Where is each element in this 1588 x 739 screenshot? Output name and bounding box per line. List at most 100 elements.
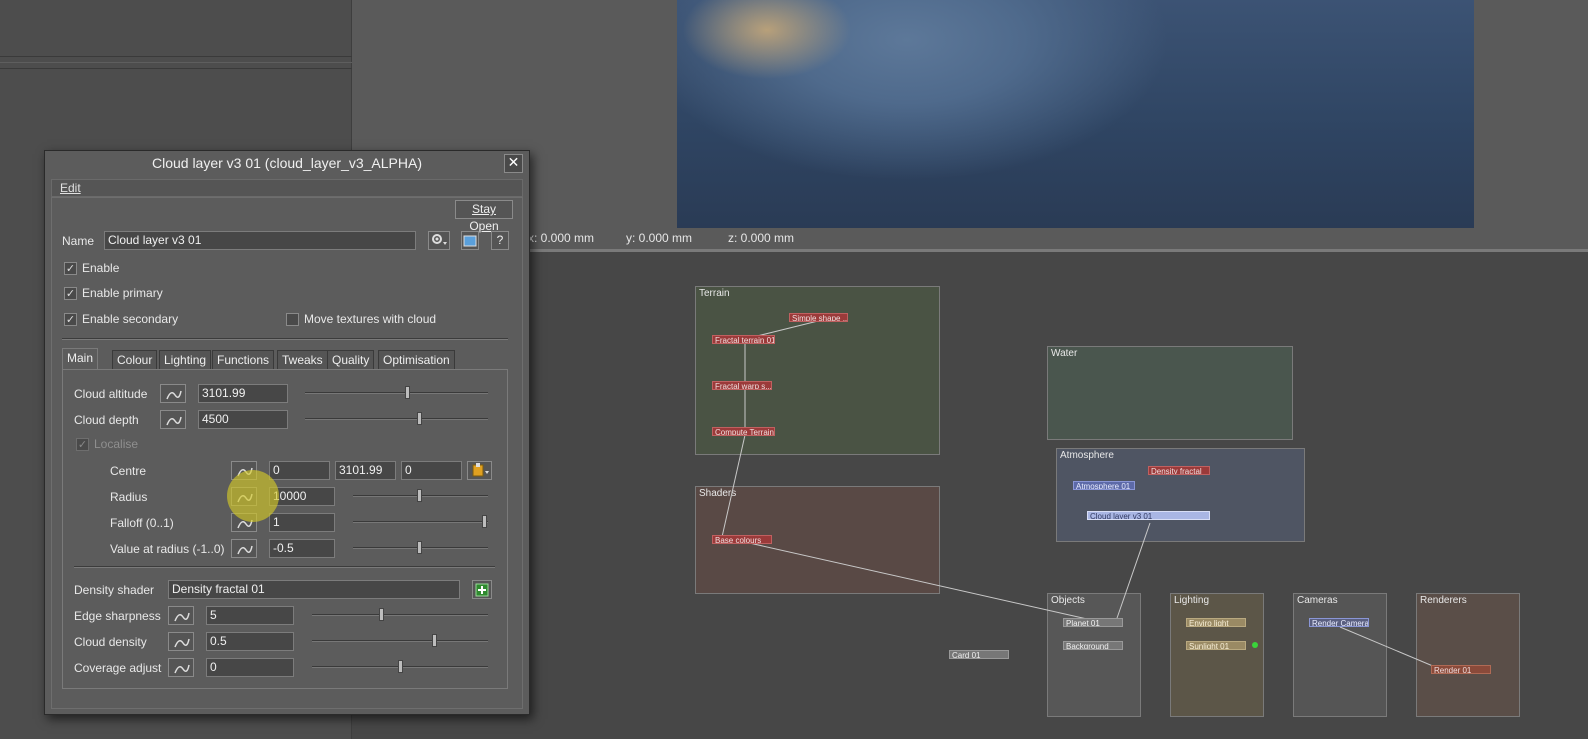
cloud-density-slider-thumb[interactable]: [432, 634, 437, 647]
gear-icon: [432, 234, 447, 245]
edge-sharpness-input[interactable]: 5: [206, 606, 294, 625]
node-fractal-terrain[interactable]: Fractal terrain 01: [712, 335, 775, 344]
move-textures-checkbox[interactable]: [286, 313, 299, 326]
node-atmosphere[interactable]: Atmosphere 01: [1073, 481, 1135, 490]
enable-secondary-checkbox[interactable]: ✓: [64, 313, 77, 326]
falloff-slider[interactable]: [353, 521, 488, 523]
cloud-altitude-slider[interactable]: [305, 392, 488, 394]
node-graph[interactable]: [352, 252, 1588, 739]
centre-x-input[interactable]: 0: [269, 461, 330, 480]
node-render[interactable]: Render 01: [1431, 665, 1491, 674]
cloud-altitude-slider-thumb[interactable]: [405, 386, 410, 399]
tab-main[interactable]: Main: [62, 348, 99, 369]
stay-open-button[interactable]: Stay Open: [455, 200, 513, 233]
edge-sharpness-slider[interactable]: [312, 614, 488, 616]
coverage-adjust-input[interactable]: 0: [206, 658, 294, 677]
settings-dropdown-button[interactable]: [428, 231, 450, 250]
enable-primary-label: Enable primary: [82, 286, 163, 300]
cloud-density-slider[interactable]: [312, 640, 488, 642]
group-title: Water: [1051, 348, 1078, 359]
menu-bar: Edit: [51, 179, 523, 197]
tab-tweaks[interactable]: Tweaks: [277, 350, 328, 369]
enable-label: Enable: [82, 261, 120, 275]
falloff-slider-thumb[interactable]: [482, 515, 487, 528]
lighting-group[interactable]: Lighting: [1170, 593, 1264, 717]
coverage-adjust-function-button[interactable]: [168, 658, 194, 677]
value-at-radius-input[interactable]: -0.5: [269, 539, 335, 558]
panel-divider: [0, 56, 352, 57]
enable-primary-checkbox[interactable]: ✓: [64, 287, 77, 300]
node-sunlight[interactable]: Sunlight 01: [1186, 641, 1246, 650]
tab-functions[interactable]: Functions: [212, 350, 275, 369]
node-planet[interactable]: Planet 01: [1063, 618, 1123, 627]
preview-button[interactable]: [461, 231, 479, 250]
edge-sharpness-label: Edge sharpness: [74, 609, 161, 623]
close-button[interactable]: ✕: [504, 154, 523, 173]
tab-lighting[interactable]: Lighting: [159, 350, 212, 369]
node-base-colours[interactable]: Base colours: [712, 535, 772, 544]
add-shader-button[interactable]: [472, 580, 492, 599]
clipboard-icon: [472, 463, 489, 477]
node-render-camera[interactable]: Render Camera: [1309, 618, 1369, 627]
coverage-adjust-slider-thumb[interactable]: [398, 660, 403, 673]
name-field[interactable]: Cloud layer v3 01: [104, 231, 416, 250]
window-icon: [463, 235, 477, 247]
node-compute-terrain[interactable]: Compute Terrain: [712, 427, 775, 436]
centre-paste-button[interactable]: [467, 461, 492, 480]
edge-sharpness-function-button[interactable]: [168, 606, 194, 625]
localise-label: Localise: [94, 437, 139, 451]
localise-checkbox[interactable]: ✓: [76, 438, 89, 451]
enable-checkbox[interactable]: ✓: [64, 262, 77, 275]
cloud-depth-slider[interactable]: [305, 418, 488, 420]
node-enviro-light[interactable]: Enviro light: [1186, 618, 1246, 627]
cloud-depth-input[interactable]: 4500: [198, 410, 288, 429]
cursor-highlight: [227, 470, 279, 522]
centre-label: Centre: [110, 464, 147, 478]
cloud-depth-function-button[interactable]: [160, 410, 186, 429]
atmosphere-group[interactable]: Atmosphere: [1056, 448, 1305, 542]
help-icon: ?: [496, 233, 504, 247]
function-icon: [174, 638, 190, 648]
function-icon: [237, 545, 253, 555]
node-card[interactable]: Card 01: [949, 650, 1009, 659]
value-at-radius-function-button[interactable]: [231, 539, 257, 558]
node-cloud-layer[interactable]: Cloud layer v3 01: [1087, 511, 1210, 520]
tab-colour[interactable]: Colour: [112, 350, 158, 369]
cameras-group[interactable]: Cameras: [1293, 593, 1387, 717]
radius-slider-thumb[interactable]: [417, 489, 422, 502]
node-background[interactable]: Background: [1063, 641, 1123, 650]
node-simple-shape[interactable]: Simple shape ...: [789, 313, 848, 322]
coord-y: y: 0.000 mm: [626, 231, 693, 245]
help-button[interactable]: ?: [491, 231, 509, 250]
water-group[interactable]: Water: [1047, 346, 1293, 440]
centre-z-input[interactable]: 0: [401, 461, 462, 480]
status-dot-icon: [1252, 642, 1258, 648]
density-shader-field[interactable]: Density fractal 01: [168, 580, 460, 599]
render-preview[interactable]: [677, 0, 1474, 228]
tab-optimisation[interactable]: Optimisation: [378, 350, 455, 369]
plus-icon: [475, 583, 489, 597]
renderers-group[interactable]: Renderers: [1416, 593, 1520, 717]
move-textures-label: Move textures with cloud: [304, 312, 437, 326]
group-title: Terrain: [699, 288, 730, 299]
value-at-radius-slider-thumb[interactable]: [417, 541, 422, 554]
centre-y-input[interactable]: 3101.99: [335, 461, 396, 480]
coord-z: z: 0.000 mm: [728, 231, 795, 245]
falloff-input[interactable]: 1: [269, 513, 335, 532]
function-icon: [174, 612, 190, 622]
node-fractal-warp[interactable]: Fractal warp s...: [712, 381, 772, 390]
separator: [62, 338, 508, 340]
edge-sharpness-slider-thumb[interactable]: [379, 608, 384, 621]
group-title: Objects: [1051, 595, 1085, 606]
cloud-altitude-function-button[interactable]: [160, 384, 186, 403]
coord-x: x: 0.000 mm: [528, 231, 595, 245]
cloud-altitude-input[interactable]: 3101.99: [198, 384, 288, 403]
cloud-density-input[interactable]: 0.5: [206, 632, 294, 651]
node-density-fractal[interactable]: Density fractal: [1148, 466, 1210, 475]
menu-edit[interactable]: Edit: [60, 181, 81, 195]
tab-quality[interactable]: Quality: [327, 350, 375, 369]
objects-group[interactable]: Objects: [1047, 593, 1141, 717]
cloud-depth-slider-thumb[interactable]: [417, 412, 422, 425]
cloud-density-function-button[interactable]: [168, 632, 194, 651]
cloud-layer-dialog: Cloud layer v3 01 (cloud_layer_v3_ALPHA)…: [44, 150, 530, 715]
